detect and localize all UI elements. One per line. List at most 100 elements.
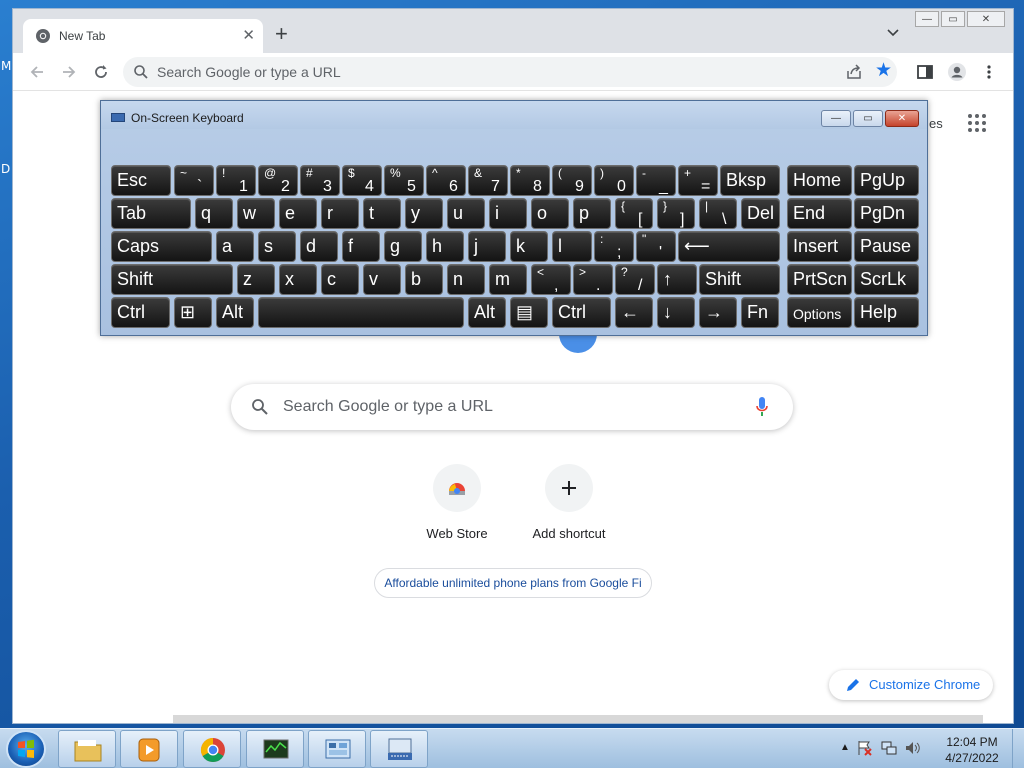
key-lbracket[interactable]: {[ xyxy=(615,198,653,229)
clock[interactable]: 12:04 PM 4/27/2022 xyxy=(936,734,1008,766)
customize-chrome-button[interactable]: Customize Chrome xyxy=(829,670,993,700)
side-panel-icon[interactable] xyxy=(915,62,935,82)
key-z[interactable]: z xyxy=(237,264,275,295)
key-rctrl[interactable]: Ctrl xyxy=(552,297,611,328)
omnibox[interactable]: Search Google or type a URL ★ xyxy=(123,57,897,87)
network-icon[interactable] xyxy=(880,739,898,757)
tab-close-icon[interactable]: ✕ xyxy=(242,26,255,44)
key-g[interactable]: g xyxy=(384,231,422,262)
key-quote[interactable]: " ' xyxy=(636,231,676,262)
key-r[interactable]: r xyxy=(321,198,359,229)
key-del[interactable]: Del xyxy=(741,198,780,229)
key-home[interactable]: Home xyxy=(787,165,852,196)
key-9[interactable]: (9 xyxy=(552,165,592,196)
key-o[interactable]: o xyxy=(531,198,569,229)
maximize-button[interactable]: ▭ xyxy=(941,11,965,27)
key-5[interactable]: % 5 xyxy=(384,165,424,196)
voice-search-mic-icon[interactable] xyxy=(755,396,769,418)
promo-link[interactable]: Affordable unlimited phone plans from Go… xyxy=(374,568,652,598)
taskbar-control-panel[interactable] xyxy=(308,730,366,768)
shortcut-add[interactable]: Add shortcut xyxy=(513,464,625,541)
osk-restore-button[interactable]: ▭ xyxy=(853,110,883,127)
key-pgdn[interactable]: PgDn xyxy=(854,198,919,229)
shortcut-web-store[interactable]: Web Store xyxy=(401,464,513,541)
tab-search-chevron-icon[interactable] xyxy=(887,29,899,37)
key-s[interactable]: s xyxy=(258,231,296,262)
key-right[interactable]: → xyxy=(699,297,737,328)
taskbar-on-screen-keyboard[interactable] xyxy=(370,730,428,768)
new-tab-button[interactable]: + xyxy=(275,23,288,45)
horizontal-scrollbar[interactable] xyxy=(173,715,983,723)
osk-titlebar[interactable]: On-Screen Keyboard — ▭ ✕ xyxy=(101,101,927,129)
key-6[interactable]: ^ 6 xyxy=(426,165,466,196)
key-4[interactable]: $4 xyxy=(342,165,382,196)
key-up[interactable]: ↑ xyxy=(657,264,697,295)
desktop-icon-label[interactable]: D xyxy=(1,162,10,176)
tray-expand-icon[interactable]: ▲ xyxy=(840,742,850,757)
key-tilde[interactable]: ~ ` xyxy=(174,165,214,196)
key-backslash[interactable]: | \ xyxy=(699,198,737,229)
taskbar-chrome[interactable] xyxy=(183,730,241,768)
key-8[interactable]: * 8 xyxy=(510,165,550,196)
key-m[interactable]: m xyxy=(489,264,527,295)
key-b[interactable]: b xyxy=(405,264,443,295)
key-options[interactable]: Options xyxy=(787,297,852,328)
key-rbracket[interactable]: }] xyxy=(657,198,695,229)
key-7[interactable]: & 7 xyxy=(468,165,508,196)
key-left[interactable]: ← xyxy=(615,297,653,328)
key-caps[interactable]: Caps xyxy=(111,231,212,262)
key-t[interactable]: t xyxy=(363,198,401,229)
key-3[interactable]: #3 xyxy=(300,165,340,196)
minimize-button[interactable]: — xyxy=(915,11,939,27)
key-a[interactable]: a xyxy=(216,231,254,262)
key-h[interactable]: h xyxy=(426,231,464,262)
key-ralt[interactable]: Alt xyxy=(468,297,506,328)
key-end[interactable]: End xyxy=(787,198,852,229)
key-lshift[interactable]: Shift xyxy=(111,264,233,295)
kebab-menu-icon[interactable] xyxy=(979,62,999,82)
key-scrlk[interactable]: ScrLk xyxy=(854,264,919,295)
key-1[interactable]: ! 1 xyxy=(216,165,256,196)
key-lalt[interactable]: Alt xyxy=(216,297,254,328)
key-help[interactable]: Help xyxy=(854,297,919,328)
key-c[interactable]: c xyxy=(321,264,359,295)
close-button[interactable]: ✕ xyxy=(967,11,1005,27)
key-slash[interactable]: ? / xyxy=(615,264,655,295)
key-v[interactable]: v xyxy=(363,264,401,295)
taskbar-explorer[interactable] xyxy=(58,730,116,768)
key-e[interactable]: e xyxy=(279,198,317,229)
forward-icon[interactable] xyxy=(59,62,79,82)
key-period[interactable]: >. xyxy=(573,264,613,295)
taskbar-task-manager[interactable] xyxy=(246,730,304,768)
desktop-icon-label[interactable]: M xyxy=(1,59,11,73)
key-rshift[interactable]: Shift xyxy=(699,264,780,295)
key-w[interactable]: w xyxy=(237,198,275,229)
osk-close-button[interactable]: ✕ xyxy=(885,110,919,127)
key-menu[interactable]: ▤ xyxy=(510,297,548,328)
back-icon[interactable] xyxy=(27,62,47,82)
google-apps-icon[interactable] xyxy=(967,113,987,133)
key-comma[interactable]: <, xyxy=(531,264,571,295)
volume-icon[interactable] xyxy=(904,739,922,757)
key-fn[interactable]: Fn xyxy=(741,297,779,328)
show-desktop-button[interactable] xyxy=(1012,729,1024,768)
key-2[interactable]: @2 xyxy=(258,165,298,196)
key-pause[interactable]: Pause xyxy=(854,231,919,262)
tab-new-tab[interactable]: New Tab ✕ xyxy=(23,19,263,53)
key-lctrl[interactable]: Ctrl xyxy=(111,297,170,328)
key-semicolon[interactable]: :; xyxy=(594,231,634,262)
key-enter[interactable]: ⟵ xyxy=(678,231,780,262)
share-icon[interactable] xyxy=(845,63,863,81)
key-insert[interactable]: Insert xyxy=(787,231,852,262)
key-win[interactable]: ⊞ xyxy=(174,297,212,328)
key-tab[interactable]: Tab xyxy=(111,198,191,229)
key-down[interactable]: ↓ xyxy=(657,297,695,328)
bookmark-star-icon[interactable]: ★ xyxy=(875,61,892,80)
profile-avatar-icon[interactable] xyxy=(947,62,967,82)
key-space[interactable] xyxy=(258,297,464,328)
key-bksp[interactable]: Bksp xyxy=(720,165,780,196)
key-d[interactable]: d xyxy=(300,231,338,262)
key-j[interactable]: j xyxy=(468,231,506,262)
action-center-flag-icon[interactable] xyxy=(856,739,874,757)
key-q[interactable]: q xyxy=(195,198,233,229)
